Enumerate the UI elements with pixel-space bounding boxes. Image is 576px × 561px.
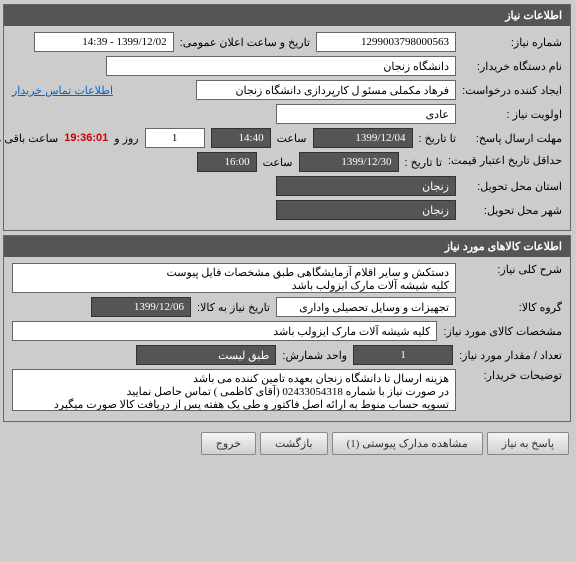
spec-label: مشخصات کالای مورد نیاز: — [444, 325, 563, 338]
announce-label: تاریخ و ساعت اعلان عمومی: — [181, 36, 311, 49]
unit-label: واحد شمارش: — [283, 349, 348, 362]
qty-label: تعداد / مقدار مورد نیاز: — [460, 349, 563, 362]
exit-button[interactable]: خروج — [202, 432, 257, 455]
need-no-input[interactable] — [317, 32, 457, 52]
time-label1: ساعت — [278, 132, 308, 145]
panel2-header: اطلاعات کالاهای مورد نیاز — [5, 236, 571, 257]
requester-label: ایجاد کننده درخواست: — [463, 84, 563, 97]
need-no-label: شماره نیاز: — [463, 36, 563, 49]
time-label2: ساعت — [264, 156, 294, 169]
buyer-label: نام دستگاه خریدار: — [463, 60, 563, 73]
reply-button[interactable]: پاسخ به نیاز — [488, 432, 570, 455]
credit-label: حداقل تاریخ اعتبار قیمت: — [449, 155, 563, 168]
panel1-header: اطلاعات نیاز — [5, 5, 571, 26]
group-input[interactable] — [277, 297, 457, 317]
remain-label: ساعت باقی مانده — [0, 132, 59, 145]
desc-label: شرح کلی نیاز: — [463, 263, 563, 276]
contact-link[interactable]: اطلاعات تماس خریدار — [13, 84, 114, 97]
announce-input[interactable] — [35, 32, 175, 52]
back-button[interactable]: بازگشت — [261, 432, 329, 455]
credit-date-input[interactable] — [300, 152, 400, 172]
qty-input[interactable] — [354, 345, 454, 365]
countdown-timer: 19:36:01 — [65, 132, 109, 144]
province-label: استان محل تحویل: — [463, 180, 563, 193]
province-input[interactable] — [277, 176, 457, 196]
city-label: شهر محل تحویل: — [463, 204, 563, 217]
priority-input[interactable] — [277, 104, 457, 124]
spec-input[interactable] — [13, 321, 438, 341]
notes-label: توضیحات خریدار: — [463, 369, 563, 382]
unit-input[interactable] — [137, 345, 277, 365]
deadline-date-input[interactable] — [314, 128, 414, 148]
desc-textarea[interactable] — [13, 263, 457, 293]
attachments-button[interactable]: مشاهده مدارک پیوستی (1) — [333, 432, 484, 455]
deadline-label: مهلت ارسال پاسخ: — [463, 132, 563, 145]
need-date-label: تاریخ نیاز به کالا: — [198, 301, 271, 314]
group-label: گروه کالا: — [463, 301, 563, 314]
to-date-label: تا تاریخ : — [420, 132, 457, 145]
requester-input[interactable] — [197, 80, 457, 100]
need-info-panel: اطلاعات نیاز شماره نیاز: تاریخ و ساعت اع… — [4, 4, 572, 231]
days-label: روز و — [115, 132, 139, 145]
buyer-input[interactable] — [107, 56, 457, 76]
city-input[interactable] — [277, 200, 457, 220]
days-input[interactable] — [146, 128, 206, 148]
need-date-input[interactable] — [92, 297, 192, 317]
notes-textarea[interactable] — [13, 369, 457, 411]
credit-time-input[interactable] — [198, 152, 258, 172]
credit-to-label: تا تاریخ : — [406, 156, 443, 169]
button-bar: پاسخ به نیاز مشاهده مدارک پیوستی (1) باز… — [0, 426, 576, 461]
goods-info-panel: اطلاعات کالاهای مورد نیاز شرح کلی نیاز: … — [4, 235, 572, 422]
deadline-time-input[interactable] — [212, 128, 272, 148]
priority-label: اولویت نیاز : — [463, 108, 563, 121]
